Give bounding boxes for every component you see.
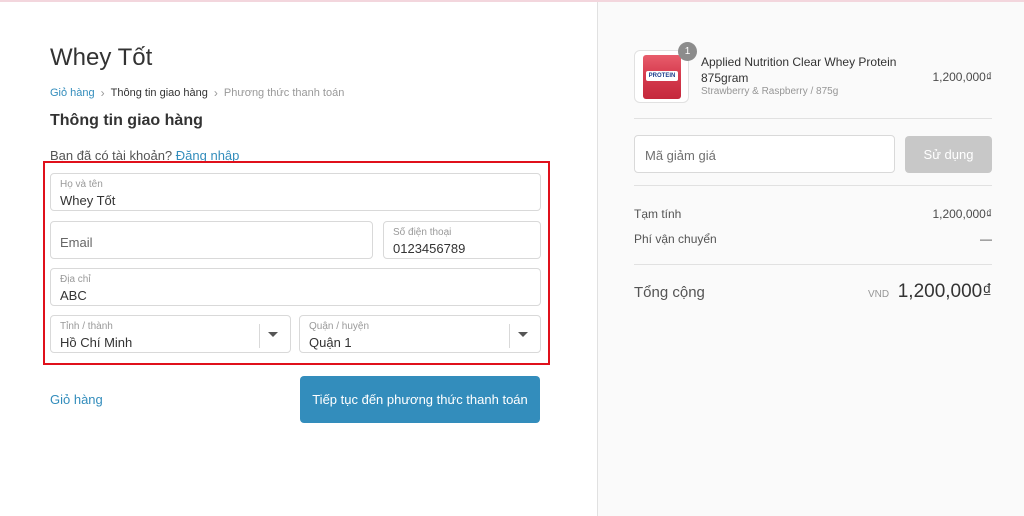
fullname-label: Họ và tên <box>60 179 103 190</box>
discount-placeholder: Mã giảm giá <box>645 148 716 163</box>
select-divider <box>509 324 510 348</box>
breadcrumb-payment: Phương thức thanh toán <box>223 87 345 99</box>
phone-label: Số điện thoại <box>393 227 452 238</box>
apply-discount-button[interactable]: Sử dụng <box>905 136 992 173</box>
total-label: Tổng cộng <box>634 284 705 301</box>
caret-down-icon[interactable] <box>518 332 528 337</box>
fullname-field[interactable]: Họ và tên Whey Tốt <box>50 173 541 211</box>
shipping-fee-label: Phí vận chuyển <box>634 232 717 246</box>
discount-code-input[interactable]: Mã giảm giá <box>634 135 895 173</box>
province-label: Tỉnh / thành <box>60 321 113 332</box>
phone-field[interactable]: Số điện thoại 0123456789 <box>383 221 541 259</box>
total-currency: VND <box>868 289 890 300</box>
phone-value: 0123456789 <box>393 241 466 256</box>
fullname-value: Whey Tốt <box>60 193 116 208</box>
product-image: PROTEIN <box>643 55 681 99</box>
total-value: 1,200,000₫ <box>897 281 992 302</box>
section-title: Thông tin giao hàng <box>50 112 203 129</box>
divider <box>634 118 992 119</box>
address-value: ABC <box>60 288 87 303</box>
address-field[interactable]: Địa chỉ ABC <box>50 268 541 306</box>
select-divider <box>259 324 260 348</box>
email-placeholder: Email <box>60 235 93 250</box>
shipping-fee-value: — <box>980 232 992 246</box>
chevron-right-icon: › <box>100 86 105 100</box>
product-image-label: PROTEIN <box>646 71 678 81</box>
email-field[interactable]: Email <box>50 221 373 259</box>
back-to-cart-link[interactable]: Giỏ hàng <box>50 392 103 407</box>
subtotal-value: 1,200,000₫ <box>932 207 992 221</box>
breadcrumb-shipping: Thông tin giao hàng <box>110 87 208 99</box>
chevron-right-icon: › <box>213 86 218 100</box>
divider <box>634 185 992 186</box>
divider <box>634 264 992 265</box>
product-price: 1,200,000₫ <box>932 70 992 84</box>
district-select[interactable]: Quận / huyện Quận 1 <box>299 315 541 353</box>
store-title[interactable]: Whey Tốt <box>50 44 152 72</box>
product-variant: Strawberry & Raspberry / 875g <box>701 86 839 97</box>
continue-to-payment-button[interactable]: Tiếp tục đến phương thức thanh toán <box>300 376 540 423</box>
quantity-badge: 1 <box>678 42 697 61</box>
district-label: Quận / huyện <box>309 321 370 332</box>
breadcrumb-cart[interactable]: Giỏ hàng <box>50 87 95 99</box>
province-select[interactable]: Tỉnh / thành Hồ Chí Minh <box>50 315 291 353</box>
caret-down-icon[interactable] <box>268 332 278 337</box>
address-label: Địa chỉ <box>60 274 91 285</box>
product-name: Applied Nutrition Clear Whey Protein 875… <box>701 55 897 85</box>
breadcrumb: Giỏ hàng › Thông tin giao hàng › Phương … <box>50 86 344 100</box>
subtotal-label: Tạm tính <box>634 207 682 221</box>
district-value: Quận 1 <box>309 335 352 350</box>
province-value: Hồ Chí Minh <box>60 335 133 350</box>
